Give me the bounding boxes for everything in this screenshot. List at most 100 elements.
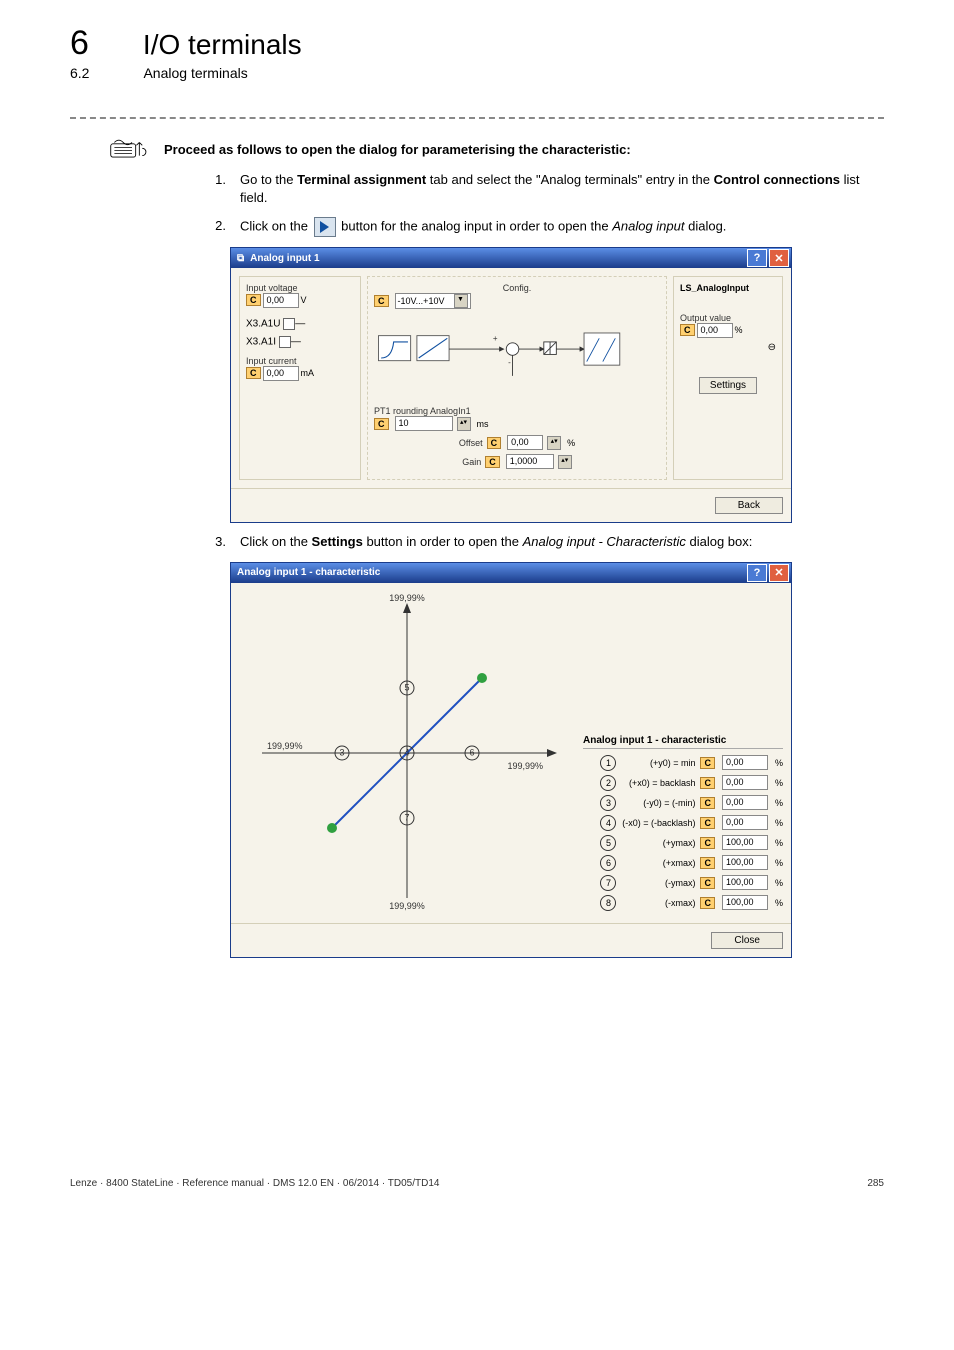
code-badge[interactable]: C <box>700 897 715 909</box>
help-button[interactable]: ? <box>747 564 767 582</box>
param-unit: % <box>775 898 783 908</box>
spinner-icon[interactable]: ▴▾ <box>558 455 572 469</box>
x3a1u-label: X3.A1U <box>246 319 280 330</box>
characteristic-param-row: 8(-xmax)C100,00% <box>583 895 783 911</box>
step-1-text: Go to the Terminal assignment tab and se… <box>240 171 884 207</box>
param-unit: % <box>775 858 783 868</box>
input-voltage-field[interactable]: 0,00 <box>263 293 299 308</box>
param-value-field[interactable]: 100,00 <box>722 855 768 870</box>
param-unit: % <box>775 838 783 848</box>
characteristic-chart: 199,99% 199,99% 199,99% 199,99% 5 3 <box>247 593 567 913</box>
code-badge[interactable]: C <box>700 837 715 849</box>
input-panel: Input voltage C0,00V X3.A1U — X3.A1I — I… <box>239 276 361 480</box>
param-unit: % <box>775 878 783 888</box>
param-value-field[interactable]: 0,00 <box>722 775 768 790</box>
input-current-unit: mA <box>301 368 315 378</box>
code-badge[interactable]: C <box>700 857 715 869</box>
divider <box>70 117 884 119</box>
code-badge[interactable]: C <box>487 437 502 449</box>
param-index-circle: 7 <box>600 875 616 891</box>
param-unit: % <box>775 758 783 768</box>
param-value-field[interactable]: 100,00 <box>722 895 768 910</box>
pt1-unit: ms <box>477 419 489 429</box>
code-badge[interactable]: C <box>246 367 261 379</box>
offset-unit: % <box>567 438 575 448</box>
input-current-field[interactable]: 0,00 <box>263 366 299 381</box>
param-value-field[interactable]: 100,00 <box>722 835 768 850</box>
step-number-1: 1. <box>210 171 226 207</box>
dialog2-titlebar: Analog input 1 - characteristic ? ✕ <box>231 563 791 583</box>
param-index-circle: 6 <box>600 855 616 871</box>
config-dropdown[interactable]: -10V...+10V ▼ <box>395 293 471 309</box>
play-icon <box>314 217 336 237</box>
characteristic-dialog: Analog input 1 - characteristic ? ✕ <box>230 562 792 958</box>
chapter-title: I/O terminals <box>143 29 302 61</box>
code-badge[interactable]: C <box>700 757 715 769</box>
svg-text:199,99%: 199,99% <box>389 901 425 911</box>
spinner-icon[interactable]: ▴▾ <box>457 417 471 431</box>
svg-text:4: 4 <box>404 747 409 757</box>
code-badge[interactable]: C <box>374 418 389 430</box>
footer-left: Lenze · 8400 StateLine · Reference manua… <box>70 1178 439 1189</box>
code-badge[interactable]: C <box>485 456 500 468</box>
param-index-circle: 8 <box>600 895 616 911</box>
output-value-field[interactable]: 0,00 <box>697 323 733 338</box>
pt1-field[interactable]: 10 <box>395 416 453 431</box>
param-index-circle: 5 <box>600 835 616 851</box>
input-current-label: Input current <box>246 356 354 366</box>
spinner-icon[interactable]: ▴▾ <box>547 436 561 450</box>
param-value-field[interactable]: 100,00 <box>722 875 768 890</box>
close-button[interactable]: ✕ <box>769 564 789 582</box>
x3a1i-label: X3.A1I <box>246 337 276 348</box>
param-label: (-ymax) <box>621 878 695 888</box>
svg-text:6: 6 <box>469 747 474 757</box>
param-label: (+xmax) <box>621 858 695 868</box>
instruction-heading: Proceed as follows to open the dialog fo… <box>164 142 631 157</box>
code-badge[interactable]: C <box>700 817 715 829</box>
dialog2-title: Analog input 1 - characteristic <box>237 567 380 578</box>
characteristic-param-row: 3(-y0) = (-min)C0,00% <box>583 795 783 811</box>
section-number: 6.2 <box>70 65 89 81</box>
analog-input-dialog: ⧉ Analog input 1 ? ✕ Input voltage C0,00… <box>230 247 792 523</box>
close-dialog-button[interactable]: Close <box>711 932 783 949</box>
svg-text:+: + <box>493 334 498 343</box>
step-number-2: 2. <box>210 217 226 237</box>
step-number-3: 3. <box>210 533 226 551</box>
close-button[interactable]: ✕ <box>769 249 789 267</box>
characteristic-param-row: 5(+ymax)C100,00% <box>583 835 783 851</box>
code-badge[interactable]: C <box>246 294 261 306</box>
input-voltage-label: Input voltage <box>246 283 354 293</box>
code-badge[interactable]: C <box>700 777 715 789</box>
code-badge[interactable]: C <box>680 324 695 336</box>
param-value-field[interactable]: 0,00 <box>722 815 768 830</box>
code-badge[interactable]: C <box>700 797 715 809</box>
output-value-unit: % <box>735 325 743 335</box>
param-value-field[interactable]: 0,00 <box>722 795 768 810</box>
offset-field[interactable]: 0,00 <box>507 435 543 450</box>
param-label: (-x0) = (-backlash) <box>621 818 695 828</box>
param-label: (-y0) = (-min) <box>621 798 695 808</box>
dialog1-titlebar: ⧉ Analog input 1 ? ✕ <box>231 248 791 268</box>
help-button[interactable]: ? <box>747 249 767 267</box>
svg-text:3: 3 <box>339 747 344 757</box>
code-badge[interactable]: C <box>700 877 715 889</box>
x3a1u-checkbox[interactable] <box>283 318 295 330</box>
gain-field[interactable]: 1,0000 <box>506 454 554 469</box>
config-label: Config. <box>374 283 660 293</box>
x3a1i-checkbox[interactable] <box>279 336 291 348</box>
gain-label: Gain <box>462 457 481 467</box>
param-index-circle: 3 <box>600 795 616 811</box>
offset-label: Offset <box>459 438 483 448</box>
characteristic-param-row: 1(+y0) = minC0,00% <box>583 755 783 771</box>
code-badge[interactable]: C <box>374 295 389 307</box>
svg-text:199,99%: 199,99% <box>389 593 425 603</box>
procedure-icon <box>110 137 154 161</box>
input-voltage-unit: V <box>301 295 307 305</box>
dialog1-title: Analog input 1 <box>250 253 319 264</box>
param-index-circle: 2 <box>600 775 616 791</box>
characteristic-param-row: 6 (+xmax) C 100,00% <box>583 855 783 871</box>
param-value-field[interactable]: 0,00 <box>722 755 768 770</box>
step-3-text: Click on the Settings button in order to… <box>240 533 884 551</box>
back-button[interactable]: Back <box>715 497 783 514</box>
settings-button[interactable]: Settings <box>699 377 757 394</box>
